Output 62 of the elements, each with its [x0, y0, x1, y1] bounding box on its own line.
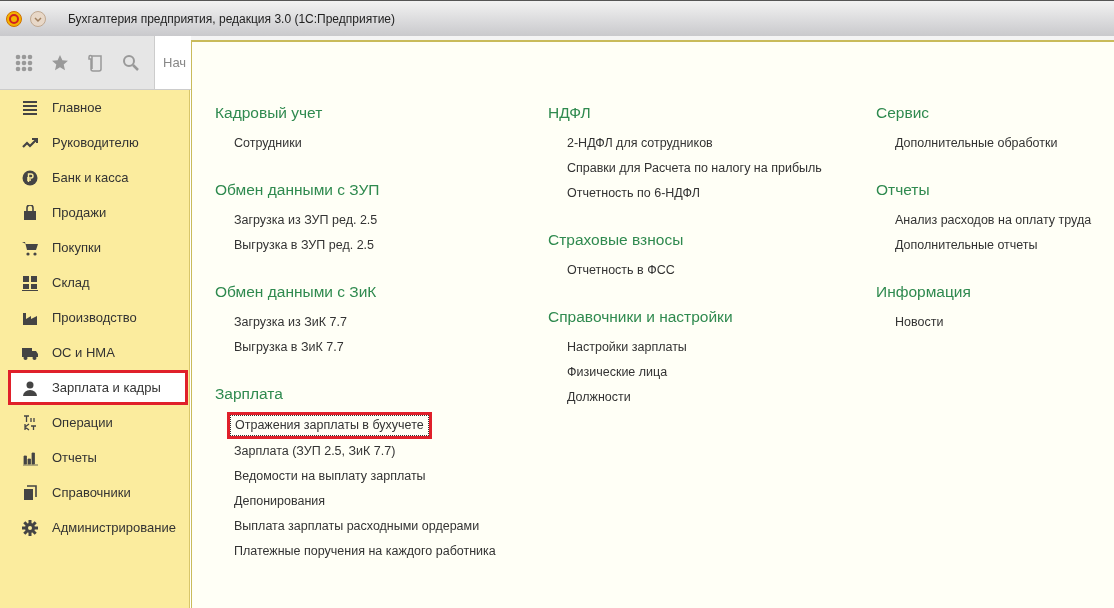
section-heading: НДФЛ — [548, 103, 591, 123]
sidebar-item[interactable]: Зарплата и кадры — [8, 370, 188, 405]
menu-link[interactable]: Депонирования — [230, 489, 330, 514]
tab[interactable]: Нач — [155, 36, 191, 89]
star-icon[interactable] — [51, 53, 70, 72]
menu-icon[interactable] — [30, 10, 46, 27]
menu-link[interactable]: Настройки зарплаты — [563, 335, 691, 360]
cart-icon — [22, 239, 38, 256]
sidebar-item[interactable]: Главное — [8, 90, 188, 125]
bar-chart-icon — [22, 449, 38, 466]
section-heading: Обмен данными с ЗУП — [215, 180, 380, 200]
menu-link[interactable]: Физические лица — [563, 360, 672, 385]
menu-link[interactable]: Должности — [563, 385, 635, 410]
section-heading: Справочники и настройки — [548, 307, 733, 327]
section-heading: Информация — [876, 282, 971, 302]
section-heading: Отчеты — [876, 180, 930, 200]
sidebar-item[interactable]: Покупки — [8, 230, 188, 265]
sidebar-item[interactable]: Операции — [8, 405, 188, 440]
menu-link[interactable]: Загрузка из ЗУП ред. 2.5 — [230, 208, 382, 233]
menu-link[interactable]: Зарплата (ЗУП 2.5, ЗиК 7.7) — [230, 439, 400, 464]
sidebar-item[interactable]: Склад — [8, 265, 188, 300]
window-title: Бухгалтерия предприятия, редакция 3.0 (1С:Предприятие) — [68, 11, 396, 26]
gear-icon — [22, 519, 38, 536]
stacked-pages-icon — [22, 484, 38, 501]
menu-link[interactable]: Ведомости на выплату зарплаты — [230, 464, 430, 489]
scroll-icon[interactable] — [87, 53, 104, 72]
sidebar-item[interactable]: ОС и НМА — [8, 335, 188, 370]
shopping-bag-icon — [22, 204, 38, 221]
section-heading: Обмен данными с ЗиК — [215, 282, 377, 302]
sidebar-item[interactable]: Администрирование — [8, 510, 188, 545]
menu-link[interactable]: Выгрузка в ЗУП ред. 2.5 — [230, 233, 378, 258]
menu-link[interactable]: Дополнительные отчеты — [891, 233, 1042, 258]
menu-link[interactable]: Отчетность по 6-НДФЛ — [563, 181, 704, 206]
menu-link[interactable]: Выгрузка в ЗиК 7.7 — [230, 335, 348, 360]
section-heading: Сервис — [876, 103, 930, 123]
menu-link[interactable]: 2-НДФЛ для сотрудников — [563, 131, 717, 156]
menu-link[interactable]: Платежные поручения на каждого работника — [230, 539, 500, 564]
menu-link[interactable]: Выплата зарплаты расходными ордерами — [230, 514, 484, 539]
sidebar-item[interactable]: Производство — [8, 300, 188, 335]
sidebar-item[interactable]: Справочники — [8, 475, 188, 510]
list-icon — [22, 99, 38, 116]
app-logo-icon[interactable] — [6, 10, 22, 27]
search-icon[interactable] — [121, 54, 139, 71]
sidebar-item[interactable]: Отчеты — [8, 440, 188, 475]
menu-link[interactable]: Анализ расходов на оплату труда — [891, 208, 1096, 233]
person-icon — [22, 379, 38, 396]
menu-link[interactable]: Сотрудники — [230, 131, 306, 156]
section-heading: Кадровый учет — [215, 103, 323, 123]
sidebar-item[interactable]: Руководителю — [8, 125, 188, 160]
menu-link[interactable]: Отчетность в ФСС — [563, 258, 679, 283]
menu-link[interactable]: Справки для Расчета по налогу на прибыль — [563, 156, 826, 181]
warehouse-icon — [22, 274, 38, 291]
menu-link[interactable]: Новости — [891, 310, 948, 335]
sidebar-item[interactable]: Банк и касса — [8, 160, 188, 195]
section-heading: Зарплата — [215, 384, 283, 404]
ruble-coin-icon — [22, 169, 38, 186]
menu-link[interactable]: Отражения зарплаты в бухучете — [230, 415, 429, 436]
menu-link[interactable]: Загрузка из ЗиК 7.7 — [230, 310, 351, 335]
sidebar-item[interactable]: Продажи — [8, 195, 188, 230]
section-heading: Страховые взносы — [548, 230, 684, 250]
grid-icon[interactable] — [15, 53, 34, 72]
menu-link[interactable]: Дополнительные обработки — [891, 131, 1062, 156]
